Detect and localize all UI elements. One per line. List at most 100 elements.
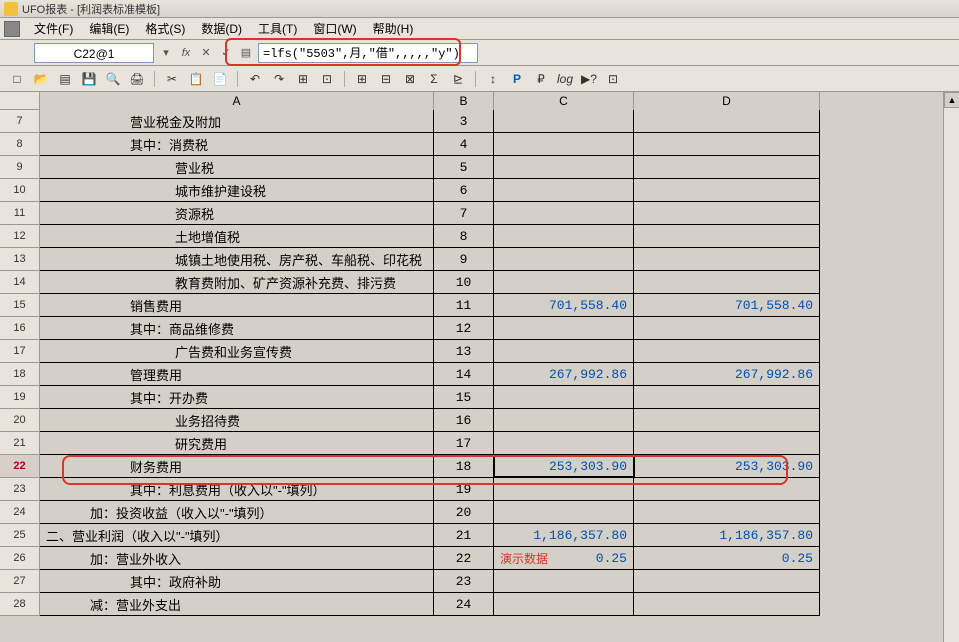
cell-a[interactable]: 研究费用 — [40, 432, 434, 454]
row-header[interactable]: 18 — [0, 363, 40, 386]
cell-d[interactable] — [634, 202, 820, 224]
vertical-scrollbar[interactable]: ▲ — [943, 92, 959, 642]
cell-c[interactable] — [494, 386, 634, 408]
row-header[interactable]: 21 — [0, 432, 40, 455]
row-header[interactable]: 14 — [0, 271, 40, 294]
cell-b[interactable]: 22 — [434, 547, 494, 569]
row-header[interactable]: 7 — [0, 110, 40, 133]
row-header[interactable]: 26 — [0, 547, 40, 570]
cell-a[interactable]: 减：营业外支出 — [40, 593, 434, 615]
cell-d[interactable] — [634, 179, 820, 201]
print-icon[interactable]: 🖨 — [128, 70, 146, 88]
p-icon[interactable]: P — [508, 70, 526, 88]
row-header[interactable]: 8 — [0, 133, 40, 156]
cell-d[interactable] — [634, 386, 820, 408]
cancel-icon[interactable]: ✕ — [198, 45, 214, 61]
cell-a[interactable]: 土地增值税 — [40, 225, 434, 247]
menu-file[interactable]: 文件(F) — [26, 18, 81, 39]
cell-a[interactable]: 加：投资收益（收入以"-"填列） — [40, 501, 434, 523]
row-header[interactable]: 27 — [0, 570, 40, 593]
save-icon[interactable]: ▤ — [56, 70, 74, 88]
row-header[interactable]: 10 — [0, 179, 40, 202]
col-header-d[interactable]: D — [634, 92, 820, 110]
row-header[interactable]: 28 — [0, 593, 40, 616]
edit-icon[interactable]: ▤ — [238, 45, 254, 61]
menu-data[interactable]: 数据(D) — [193, 18, 250, 39]
cell-c[interactable] — [494, 225, 634, 247]
row-header[interactable]: 25 — [0, 524, 40, 547]
cell-d[interactable] — [634, 248, 820, 270]
cell-a[interactable]: 销售费用 — [40, 294, 434, 316]
cell-c[interactable]: 267,992.86 — [494, 363, 634, 385]
cell-d[interactable] — [634, 593, 820, 615]
col-header-b[interactable]: B — [434, 92, 494, 110]
cell-b[interactable]: 6 — [434, 179, 494, 201]
cell-b[interactable]: 15 — [434, 386, 494, 408]
new-icon[interactable]: □ — [8, 70, 26, 88]
cell-d[interactable]: 253,303.90 — [634, 455, 820, 477]
cell-c[interactable] — [494, 248, 634, 270]
scroll-up-icon[interactable]: ▲ — [944, 92, 959, 108]
cell-b[interactable]: 8 — [434, 225, 494, 247]
log-icon[interactable]: log — [556, 70, 574, 88]
row-header[interactable]: 9 — [0, 156, 40, 179]
cell-b[interactable]: 5 — [434, 156, 494, 178]
row-header[interactable]: 22 — [0, 455, 40, 478]
cell-a[interactable]: 其中：政府补助 — [40, 570, 434, 592]
grid-1-icon[interactable]: ⊞ — [353, 70, 371, 88]
cell-b[interactable]: 17 — [434, 432, 494, 454]
cell-d[interactable]: 1,186,357.80 — [634, 524, 820, 546]
cell-a[interactable]: 业务招待费 — [40, 409, 434, 431]
paste-icon[interactable]: 📄 — [211, 70, 229, 88]
cell-c[interactable] — [494, 179, 634, 201]
row-header[interactable]: 19 — [0, 386, 40, 409]
menu-edit[interactable]: 编辑(E) — [81, 18, 137, 39]
cell-d[interactable]: 0.25 — [634, 547, 820, 569]
row-header[interactable]: 17 — [0, 340, 40, 363]
cell-c[interactable] — [494, 340, 634, 362]
cell-b[interactable]: 4 — [434, 133, 494, 155]
cell-a[interactable]: 资源税 — [40, 202, 434, 224]
row-header[interactable]: 15 — [0, 294, 40, 317]
cell-c[interactable]: 253,303.90 — [494, 455, 634, 477]
grid-2-icon[interactable]: ⊟ — [377, 70, 395, 88]
preview-icon[interactable]: 🔍 — [104, 70, 122, 88]
cell-d[interactable] — [634, 478, 820, 500]
cell-a[interactable]: 广告费和业务宣传费 — [40, 340, 434, 362]
fx-icon[interactable]: fx — [178, 45, 194, 61]
col-header-c[interactable]: C — [494, 92, 634, 110]
cell-reference-box[interactable]: C22@1 — [34, 43, 154, 63]
confirm-icon[interactable]: ✓ — [218, 45, 234, 61]
cell-a[interactable]: 财务费用 — [40, 455, 434, 477]
cell-a[interactable]: 其中：利息费用（收入以"-"填列） — [40, 478, 434, 500]
cell-b[interactable]: 20 — [434, 501, 494, 523]
redo-icon[interactable]: ↷ — [270, 70, 288, 88]
cell-c[interactable] — [494, 202, 634, 224]
save-as-icon[interactable]: 💾 — [80, 70, 98, 88]
control-menu-icon[interactable] — [4, 21, 20, 37]
options-icon[interactable]: ⊡ — [604, 70, 622, 88]
row-header[interactable]: 24 — [0, 501, 40, 524]
cell-b[interactable]: 23 — [434, 570, 494, 592]
cell-c[interactable]: 演示数据0.25 — [494, 547, 634, 569]
row-header[interactable]: 12 — [0, 225, 40, 248]
cell-c[interactable] — [494, 317, 634, 339]
cell-d[interactable] — [634, 317, 820, 339]
help-cursor-icon[interactable]: ▶? — [580, 70, 598, 88]
cell-c[interactable] — [494, 570, 634, 592]
cell-d[interactable] — [634, 156, 820, 178]
cell-d[interactable]: 701,558.40 — [634, 294, 820, 316]
cell-d[interactable] — [634, 409, 820, 431]
cell-c[interactable]: 1,186,357.80 — [494, 524, 634, 546]
cell-b[interactable]: 14 — [434, 363, 494, 385]
cell-c[interactable] — [494, 478, 634, 500]
cell-a[interactable]: 其中：消费税 — [40, 133, 434, 155]
menu-format[interactable]: 格式(S) — [137, 18, 193, 39]
cell-d[interactable] — [634, 225, 820, 247]
cell-d[interactable] — [634, 432, 820, 454]
cell-c[interactable] — [494, 271, 634, 293]
sum-icon[interactable]: Σ — [425, 70, 443, 88]
cell-d[interactable] — [634, 501, 820, 523]
cell-a[interactable]: 城市维护建设税 — [40, 179, 434, 201]
row-header[interactable]: 13 — [0, 248, 40, 271]
